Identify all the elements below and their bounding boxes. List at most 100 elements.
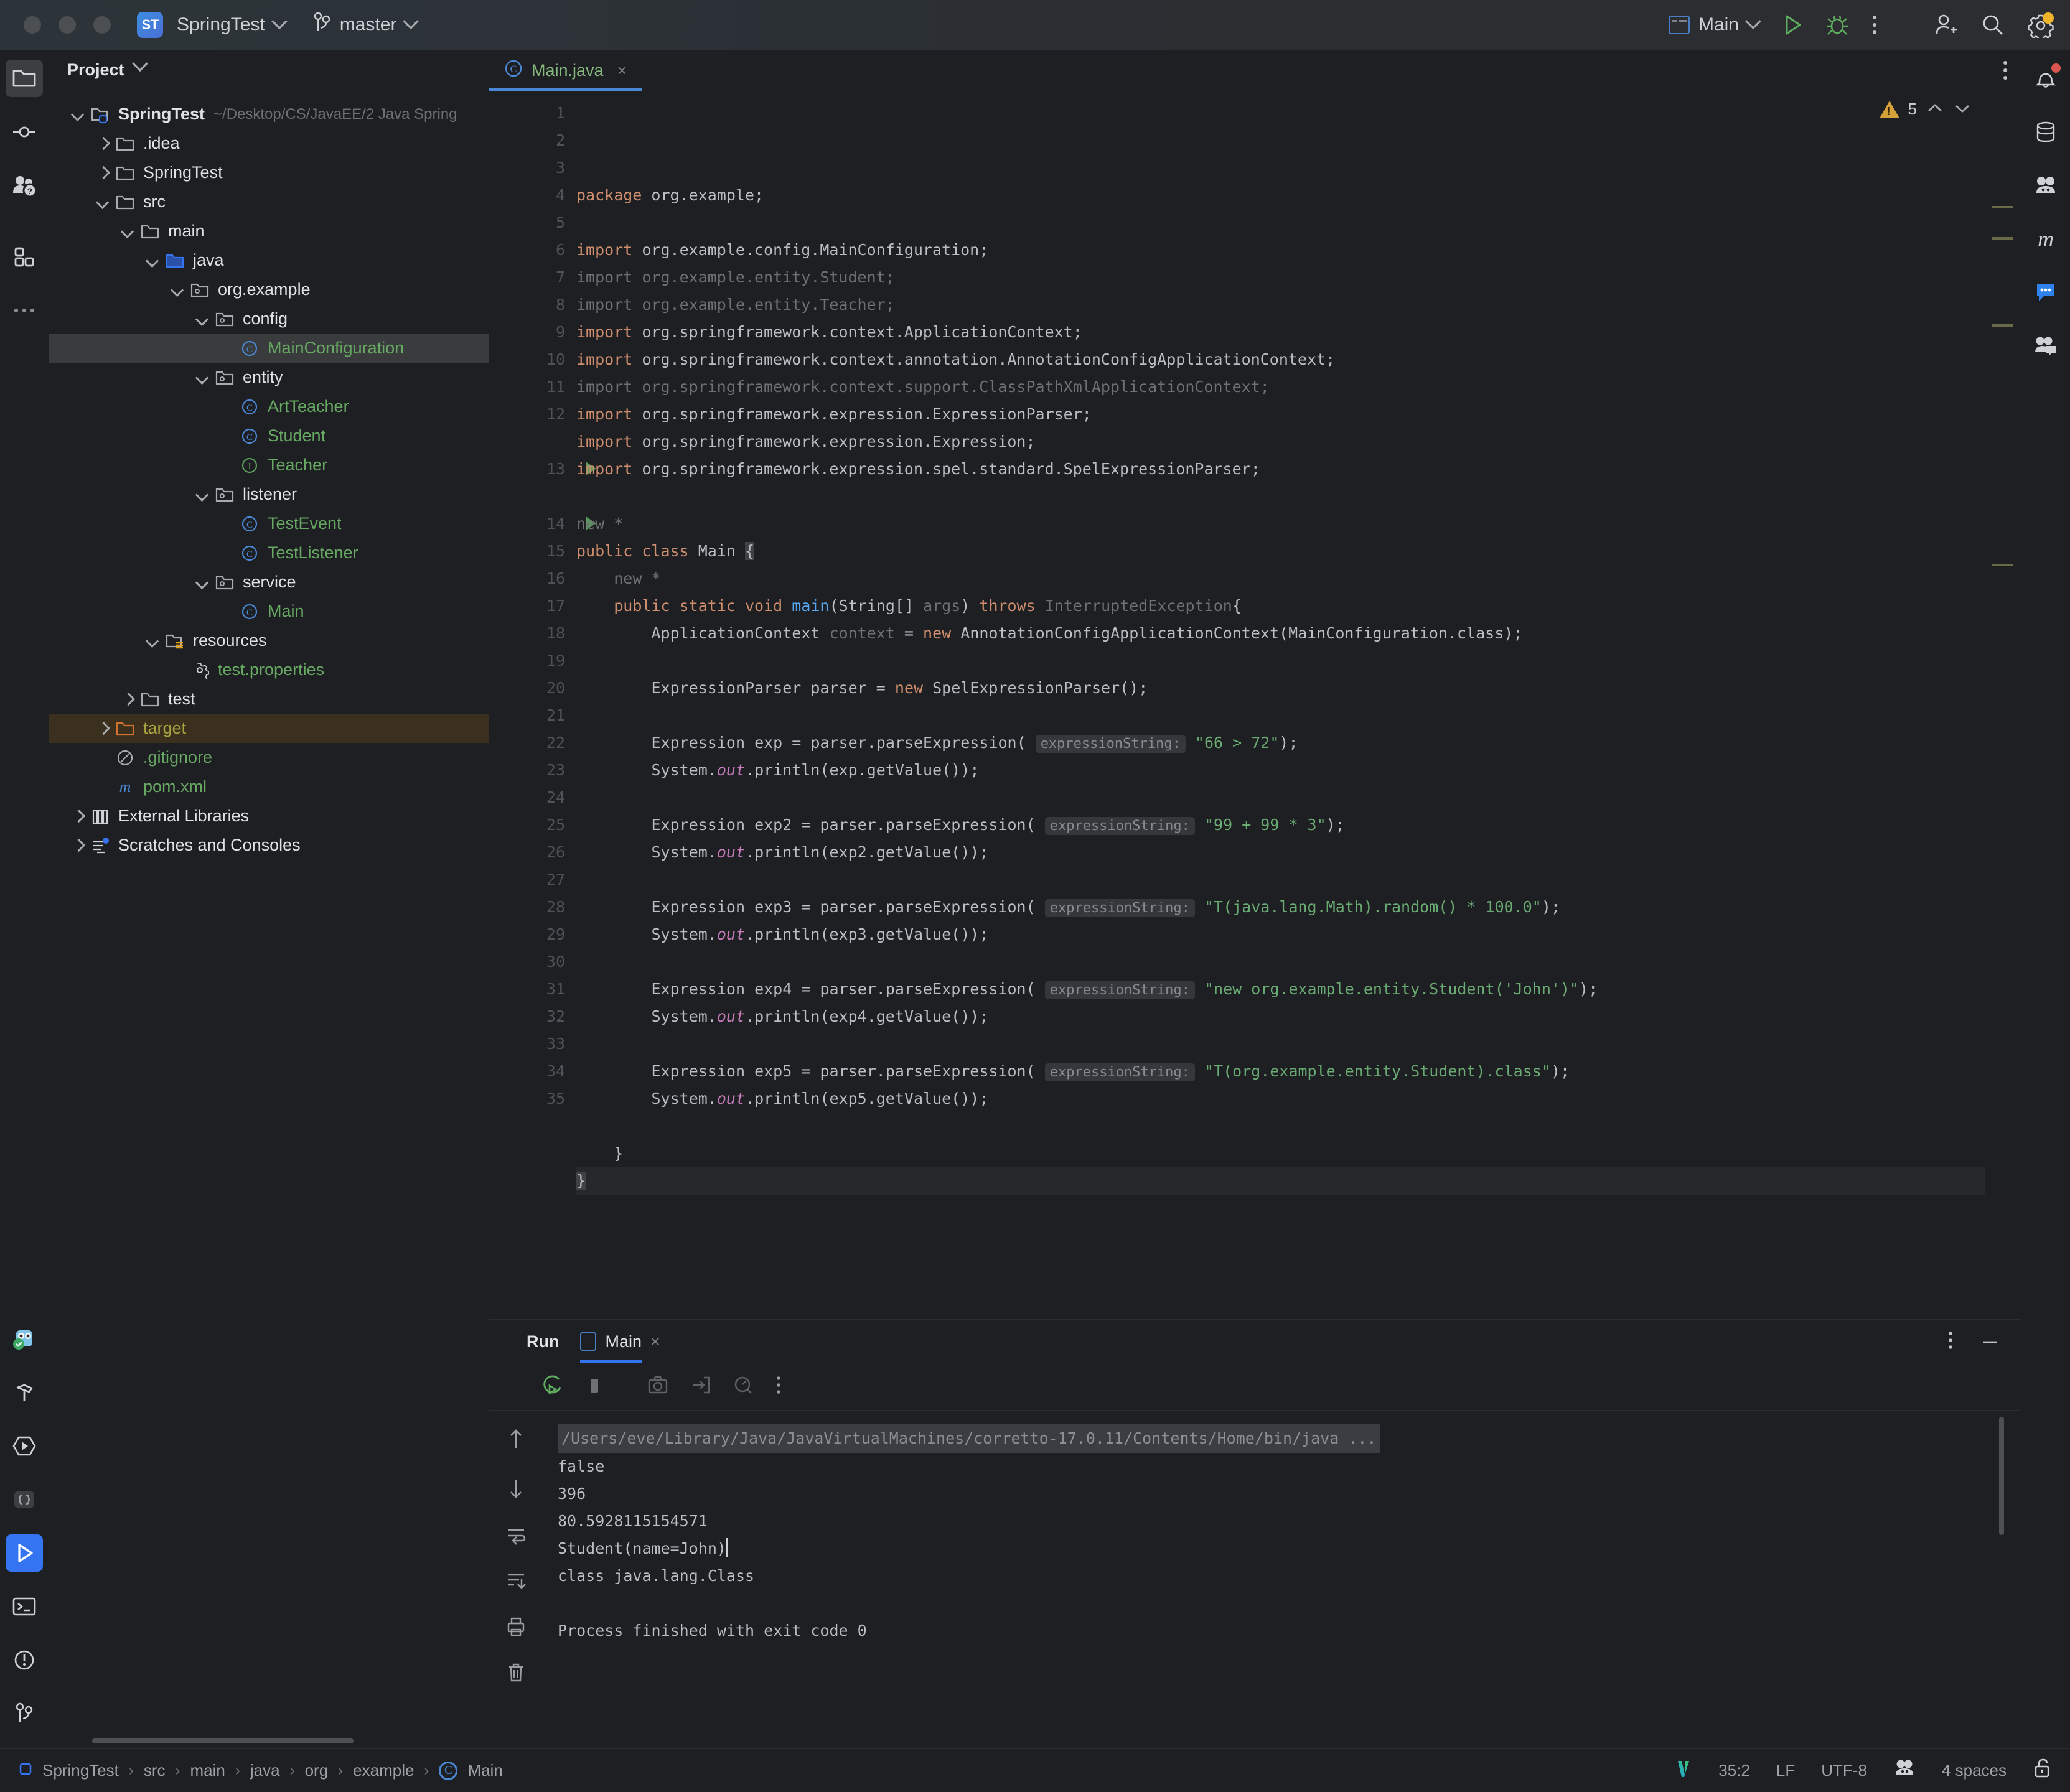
code-line[interactable] [576, 784, 2021, 811]
ai-assistant-icon[interactable] [1893, 1758, 1916, 1783]
tree-item-src[interactable]: src [49, 187, 489, 217]
validator-icon[interactable] [1676, 1758, 1692, 1783]
window-traffic-lights[interactable] [24, 16, 111, 34]
tree-item-config[interactable]: config [49, 304, 489, 334]
tree-item--idea[interactable]: .idea [49, 129, 489, 158]
code-line[interactable]: System.out.println(exp3.getValue()); [576, 921, 2021, 948]
code-line[interactable]: import org.example.entity.Student; [576, 264, 2021, 291]
tree-item-scratches-and-consoles[interactable]: Scratches and Consoles [49, 831, 489, 860]
chevron-down-icon[interactable] [194, 311, 210, 327]
chevron-down-icon[interactable] [119, 223, 136, 240]
tree-item-testlistener[interactable]: CTestListener [49, 538, 489, 567]
code-line[interactable]: public class Main { [576, 538, 2021, 565]
tree-item-resources[interactable]: resources [49, 626, 489, 655]
project-tree[interactable]: SpringTest~/Desktop/CS/JavaEE/2 Java Spr… [49, 90, 489, 1748]
breadcrumb-item[interactable]: example [353, 1761, 414, 1780]
caret-position[interactable]: 35:2 [1718, 1761, 1750, 1780]
gear-icon[interactable] [2028, 12, 2054, 38]
code-line[interactable]: import org.springframework.context.suppo… [576, 373, 2021, 401]
code-line[interactable]: import org.springframework.expression.Ex… [576, 428, 2021, 455]
chevron-right-icon[interactable] [95, 136, 111, 152]
sidebar-item-plugins[interactable] [6, 238, 43, 276]
rerun-icon[interactable] [540, 1373, 564, 1400]
code-line[interactable]: ExpressionParser parser = new SpelExpres… [576, 674, 2021, 702]
run-configuration-selector[interactable]: Main [1669, 14, 1759, 35]
code-line[interactable]: System.out.println(exp.getValue()); [576, 757, 2021, 784]
code-line[interactable]: public static void main(String[] args) t… [576, 592, 2021, 620]
code-line[interactable]: new * [576, 510, 2021, 538]
tree-item-listener[interactable]: listener [49, 480, 489, 509]
stop-icon[interactable] [585, 1375, 604, 1398]
tree-item--gitignore[interactable]: .gitignore [49, 743, 489, 772]
run-tab-main[interactable]: Main × [580, 1320, 660, 1363]
sidebar-item-pull-requests[interactable]: ? [6, 167, 43, 204]
code-line[interactable]: import org.springframework.context.annot… [576, 346, 2021, 373]
project-panel-header[interactable]: Project [49, 50, 489, 90]
breadcrumb-item[interactable]: Main [467, 1761, 502, 1780]
minimize-window-button[interactable] [59, 16, 76, 34]
scroll-down-icon[interactable] [507, 1476, 525, 1504]
chevron-down-icon[interactable] [144, 253, 161, 269]
project-name-dropdown[interactable]: SpringTest [177, 14, 285, 35]
inspection-status[interactable]: 5 [1880, 100, 1972, 119]
build-hammer-icon[interactable] [6, 1374, 43, 1411]
code-line[interactable] [576, 948, 2021, 976]
code-line[interactable]: import org.example.config.MainConfigurat… [576, 236, 2021, 264]
export-thread-dump-icon[interactable] [690, 1374, 711, 1399]
sidebar-item-project[interactable] [6, 60, 43, 97]
scroll-to-end-icon[interactable] [505, 1570, 527, 1595]
tree-item-test[interactable]: test [49, 684, 489, 714]
code-line[interactable]: import org.springframework.expression.sp… [576, 455, 2021, 483]
branch-dropdown[interactable]: master [312, 12, 417, 38]
console-output[interactable]: /Users/eve/Library/Java/JavaVirtualMachi… [543, 1411, 2021, 1748]
code-line[interactable]: import org.springframework.context.Appli… [576, 319, 2021, 346]
code-line[interactable]: import org.example.entity.Teacher; [576, 291, 2021, 319]
code-line[interactable] [576, 647, 2021, 674]
code-line[interactable] [576, 702, 2021, 729]
more-vertical-icon[interactable] [1871, 13, 1878, 37]
breadcrumb-item[interactable]: java [250, 1761, 280, 1780]
code-line[interactable]: } [576, 1167, 2021, 1195]
chevron-right-icon[interactable] [70, 838, 86, 854]
code-line[interactable]: Expression exp = parser.parseExpression(… [576, 729, 2021, 757]
zoom-window-button[interactable] [93, 16, 111, 34]
tree-item-springtest[interactable]: SpringTest~/Desktop/CS/JavaEE/2 Java Spr… [49, 100, 489, 129]
search-icon[interactable] [1980, 12, 2005, 37]
chevron-down-icon[interactable] [70, 106, 86, 123]
code-line[interactable]: Expression exp2 = parser.parseExpression… [576, 811, 2021, 839]
chevron-down-icon[interactable] [144, 633, 161, 649]
chevron-right-icon[interactable] [70, 808, 86, 824]
tree-item-service[interactable]: service [49, 567, 489, 597]
problems-icon[interactable] [6, 1641, 43, 1679]
breadcrumb-item[interactable]: SpringTest [42, 1761, 119, 1780]
tree-item-main[interactable]: CMain [49, 597, 489, 626]
close-icon[interactable]: × [650, 1332, 660, 1351]
code-with-me-icon[interactable] [2027, 327, 2064, 365]
structure-brackets-icon[interactable] [6, 1481, 43, 1518]
code-line[interactable] [576, 1030, 2021, 1058]
clear-all-icon[interactable] [506, 1661, 526, 1687]
code-line[interactable]: package org.example; [576, 182, 2021, 209]
chevron-down-icon[interactable] [169, 282, 185, 298]
code-line[interactable]: System.out.println(exp2.getValue()); [576, 839, 2021, 866]
tree-item-target[interactable]: target [49, 714, 489, 743]
tree-item-artteacher[interactable]: CArtTeacher [49, 392, 489, 421]
unlocked-icon[interactable] [2033, 1758, 2051, 1783]
more-tool-windows-icon[interactable] [6, 292, 43, 329]
code-line[interactable]: Expression exp5 = parser.parseExpression… [576, 1058, 2021, 1085]
code-line[interactable] [576, 483, 2021, 510]
code-line[interactable]: Expression exp3 = parser.parseExpression… [576, 894, 2021, 921]
database-icon[interactable] [2027, 113, 2064, 151]
tree-item-test-properties[interactable]: test.properties [49, 655, 489, 684]
chevron-down-icon[interactable] [95, 194, 111, 210]
tree-item-testevent[interactable]: CTestEvent [49, 509, 489, 538]
soft-wrap-icon[interactable] [505, 1525, 527, 1549]
breadcrumb[interactable]: SpringTest›src›main›java›org›example›CMa… [19, 1761, 503, 1780]
terminal-icon[interactable] [6, 1588, 43, 1625]
notifications-bell-icon[interactable] [2027, 60, 2064, 97]
scroll-up-icon[interactable] [507, 1427, 525, 1455]
database-owl-icon[interactable] [6, 1320, 43, 1358]
debug-icon[interactable] [1826, 13, 1848, 37]
chevron-right-icon[interactable] [95, 721, 111, 737]
tree-item-student[interactable]: CStudent [49, 421, 489, 450]
